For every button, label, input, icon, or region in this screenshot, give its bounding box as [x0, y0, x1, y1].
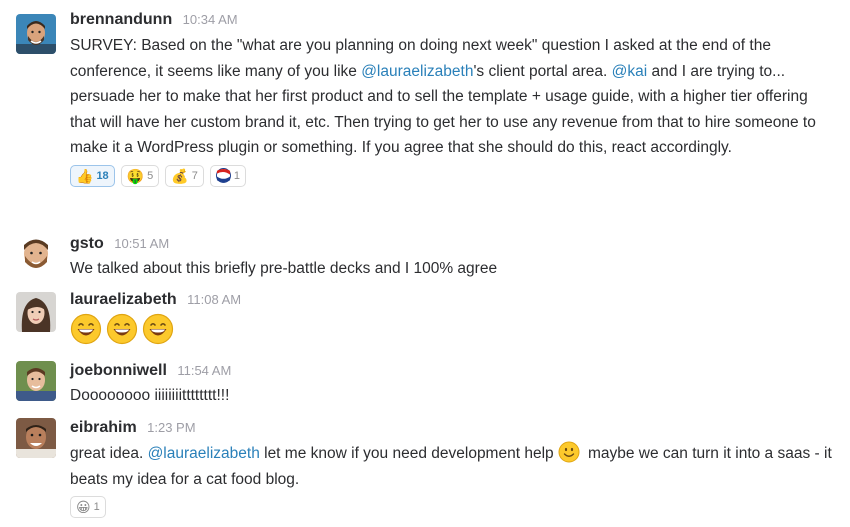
avatar-gsto-icon	[16, 234, 56, 274]
avatar[interactable]	[16, 418, 56, 458]
reaction-count: 1	[233, 169, 240, 182]
reactions-bar: 👍 18 🤑 5 💰 7 1	[70, 164, 836, 187]
timestamp[interactable]: 10:34 AM	[183, 12, 238, 27]
reaction-count: 1	[93, 501, 100, 514]
author-name[interactable]: joebonniwell	[70, 362, 167, 379]
message-text: We talked about this briefly pre-battle …	[70, 260, 498, 277]
timestamp[interactable]: 11:54 AM	[177, 363, 231, 378]
avatar-joebonniwell-icon	[16, 361, 56, 401]
author-name[interactable]: lauraelizabeth	[70, 291, 177, 308]
reaction-count: 7	[191, 169, 198, 182]
avatar[interactable]	[16, 14, 56, 54]
author-name[interactable]: brennandunn	[70, 11, 172, 28]
avatar[interactable]	[16, 234, 56, 274]
thumbs-up-icon: 👍	[76, 167, 94, 184]
message-feed: brennandunn 10:34 AM SURVEY: Based on th…	[0, 0, 850, 527]
message-text: Doooooooo iiiiiiiitttttttt!!!	[70, 387, 230, 404]
timestamp[interactable]: 10:51 AM	[114, 236, 169, 251]
avatar-eibrahim-icon	[16, 418, 56, 458]
avatar-lauraelizabeth-icon	[16, 292, 56, 332]
reaction-pepsi[interactable]: 1	[209, 164, 246, 187]
text-segment: 's client portal area.	[473, 62, 612, 80]
mention-link[interactable]: @kai	[612, 63, 648, 80]
reaction-thumbs-up[interactable]: 👍 18	[70, 164, 115, 187]
reaction-money-bag[interactable]: 💰 7	[165, 164, 204, 187]
avatar[interactable]	[16, 292, 56, 332]
reaction-smiley-face[interactable]: 😀 1	[70, 496, 106, 519]
text-segment: let me know if you need development help	[259, 445, 554, 462]
reactions-bar: 😀 1	[70, 496, 836, 519]
smiley-face-icon: 😀	[76, 499, 91, 516]
mention-link[interactable]: @lauraelizabeth	[148, 445, 260, 462]
smile-emoji-icon	[70, 313, 102, 345]
avatar-brennandunn-icon	[16, 14, 56, 54]
text-segment: great idea.	[70, 445, 148, 462]
message-text: SURVEY: Based on the "what are you plann…	[70, 33, 836, 161]
timestamp[interactable]: 1:23 PM	[147, 420, 195, 435]
emoji-message	[70, 313, 836, 345]
author-name[interactable]: gsto	[70, 235, 104, 252]
slightly-smiling-face-icon	[558, 441, 580, 463]
mention-link[interactable]: @lauraelizabeth	[361, 63, 473, 80]
money-bag-icon: 💰	[171, 167, 189, 184]
money-mouth-face-icon: 🤑	[126, 167, 145, 184]
reaction-count: 5	[147, 169, 154, 182]
smile-emoji-icon	[106, 313, 138, 345]
pepsi-logo-icon	[215, 168, 231, 184]
avatar[interactable]	[16, 361, 56, 401]
reaction-count: 18	[96, 169, 109, 182]
reaction-money-mouth-face[interactable]: 🤑 5	[120, 164, 160, 187]
smile-emoji-icon	[142, 313, 174, 345]
message-text: great idea. @lauraelizabeth let me know …	[70, 441, 836, 492]
author-name[interactable]: eibrahim	[70, 419, 137, 436]
timestamp[interactable]: 11:08 AM	[187, 292, 241, 307]
